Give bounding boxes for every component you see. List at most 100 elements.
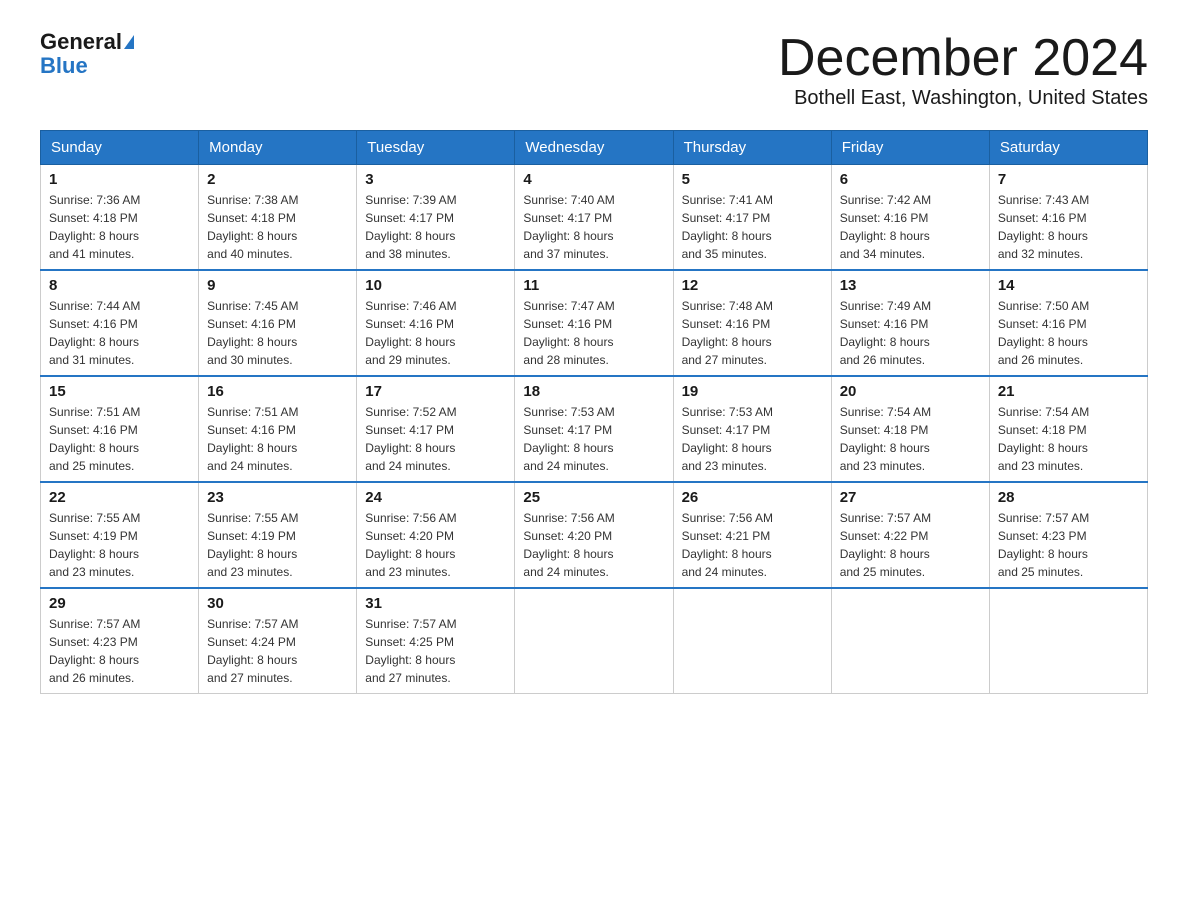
day-info: Sunrise: 7:51 AMSunset: 4:16 PMDaylight:… bbox=[49, 403, 190, 475]
location-title: Bothell East, Washington, United States bbox=[778, 87, 1148, 110]
weekday-header-tuesday: Tuesday bbox=[357, 131, 515, 165]
day-info: Sunrise: 7:40 AMSunset: 4:17 PMDaylight:… bbox=[523, 191, 664, 263]
calendar-day-cell: 28 Sunrise: 7:57 AMSunset: 4:23 PMDayligh… bbox=[989, 482, 1147, 588]
day-number: 1 bbox=[49, 171, 190, 188]
day-number: 15 bbox=[49, 383, 190, 400]
calendar-day-cell: 31 Sunrise: 7:57 AMSunset: 4:25 PMDayligh… bbox=[357, 588, 515, 694]
calendar-day-cell: 4 Sunrise: 7:40 AMSunset: 4:17 PMDaylight… bbox=[515, 165, 673, 271]
day-number: 9 bbox=[207, 277, 348, 294]
calendar-week-row: 22 Sunrise: 7:55 AMSunset: 4:19 PMDayligh… bbox=[41, 482, 1148, 588]
weekday-header-saturday: Saturday bbox=[989, 131, 1147, 165]
title-area: December 2024 Bothell East, Washington, … bbox=[778, 30, 1148, 110]
calendar-day-cell: 20Sunrise: 7:54 AMSunset: 4:18 PMDayligh… bbox=[831, 376, 989, 482]
day-info: Sunrise: 7:56 AMSunset: 4:20 PMDaylight:… bbox=[365, 509, 506, 581]
day-number: 29 bbox=[49, 595, 190, 612]
day-number: 25 bbox=[523, 489, 664, 506]
day-number: 7 bbox=[998, 171, 1139, 188]
calendar-day-cell: 6 Sunrise: 7:42 AMSunset: 4:16 PMDaylight… bbox=[831, 165, 989, 271]
calendar-day-cell: 29 Sunrise: 7:57 AMSunset: 4:23 PMDayligh… bbox=[41, 588, 199, 694]
calendar-day-cell: 10 Sunrise: 7:46 AMSunset: 4:16 PMDayligh… bbox=[357, 270, 515, 376]
calendar-day-cell: 11 Sunrise: 7:47 AMSunset: 4:16 PMDayligh… bbox=[515, 270, 673, 376]
day-number: 31 bbox=[365, 595, 506, 612]
day-number: 18 bbox=[523, 383, 664, 400]
day-number: 10 bbox=[365, 277, 506, 294]
calendar-day-cell bbox=[515, 588, 673, 694]
calendar-day-cell: 8 Sunrise: 7:44 AMSunset: 4:16 PMDaylight… bbox=[41, 270, 199, 376]
calendar-week-row: 29 Sunrise: 7:57 AMSunset: 4:23 PMDayligh… bbox=[41, 588, 1148, 694]
calendar-day-cell: 17Sunrise: 7:52 AMSunset: 4:17 PMDayligh… bbox=[357, 376, 515, 482]
day-info: Sunrise: 7:46 AMSunset: 4:16 PMDaylight:… bbox=[365, 297, 506, 369]
page-header: General Blue December 2024 Bothell East,… bbox=[40, 30, 1148, 110]
weekday-header-friday: Friday bbox=[831, 131, 989, 165]
day-info: Sunrise: 7:47 AMSunset: 4:16 PMDaylight:… bbox=[523, 297, 664, 369]
calendar-day-cell: 5 Sunrise: 7:41 AMSunset: 4:17 PMDaylight… bbox=[673, 165, 831, 271]
day-number: 19 bbox=[682, 383, 823, 400]
day-info: Sunrise: 7:57 AMSunset: 4:22 PMDaylight:… bbox=[840, 509, 981, 581]
calendar-day-cell: 15 Sunrise: 7:51 AMSunset: 4:16 PMDayligh… bbox=[41, 376, 199, 482]
day-info: Sunrise: 7:39 AMSunset: 4:17 PMDaylight:… bbox=[365, 191, 506, 263]
day-info: Sunrise: 7:57 AMSunset: 4:23 PMDaylight:… bbox=[998, 509, 1139, 581]
day-info: Sunrise: 7:55 AMSunset: 4:19 PMDaylight:… bbox=[207, 509, 348, 581]
day-info: Sunrise: 7:54 AMSunset: 4:18 PMDaylight:… bbox=[840, 403, 981, 475]
day-info: Sunrise: 7:57 AMSunset: 4:25 PMDaylight:… bbox=[365, 615, 506, 687]
calendar-day-cell: 23 Sunrise: 7:55 AMSunset: 4:19 PMDayligh… bbox=[199, 482, 357, 588]
day-number: 5 bbox=[682, 171, 823, 188]
calendar-day-cell bbox=[673, 588, 831, 694]
month-title: December 2024 bbox=[778, 30, 1148, 87]
day-number: 11 bbox=[523, 277, 664, 294]
calendar-week-row: 15 Sunrise: 7:51 AMSunset: 4:16 PMDayligh… bbox=[41, 376, 1148, 482]
calendar-day-cell: 22 Sunrise: 7:55 AMSunset: 4:19 PMDayligh… bbox=[41, 482, 199, 588]
day-info: Sunrise: 7:57 AMSunset: 4:23 PMDaylight:… bbox=[49, 615, 190, 687]
weekday-header-thursday: Thursday bbox=[673, 131, 831, 165]
logo-area: General Blue bbox=[40, 30, 134, 78]
calendar-day-cell: 7Sunrise: 7:43 AMSunset: 4:16 PMDaylight… bbox=[989, 165, 1147, 271]
day-number: 12 bbox=[682, 277, 823, 294]
day-info: Sunrise: 7:44 AMSunset: 4:16 PMDaylight:… bbox=[49, 297, 190, 369]
weekday-header-row: SundayMondayTuesdayWednesdayThursdayFrid… bbox=[41, 131, 1148, 165]
day-info: Sunrise: 7:57 AMSunset: 4:24 PMDaylight:… bbox=[207, 615, 348, 687]
day-number: 14 bbox=[998, 277, 1139, 294]
day-info: Sunrise: 7:55 AMSunset: 4:19 PMDaylight:… bbox=[49, 509, 190, 581]
day-number: 30 bbox=[207, 595, 348, 612]
logo-triangle-icon bbox=[124, 35, 134, 49]
day-number: 2 bbox=[207, 171, 348, 188]
day-info: Sunrise: 7:53 AMSunset: 4:17 PMDaylight:… bbox=[682, 403, 823, 475]
day-info: Sunrise: 7:56 AMSunset: 4:20 PMDaylight:… bbox=[523, 509, 664, 581]
calendar-day-cell: 3 Sunrise: 7:39 AMSunset: 4:17 PMDaylight… bbox=[357, 165, 515, 271]
day-number: 27 bbox=[840, 489, 981, 506]
day-info: Sunrise: 7:52 AMSunset: 4:17 PMDaylight:… bbox=[365, 403, 506, 475]
day-info: Sunrise: 7:42 AMSunset: 4:16 PMDaylight:… bbox=[840, 191, 981, 263]
calendar-day-cell: 12 Sunrise: 7:48 AMSunset: 4:16 PMDayligh… bbox=[673, 270, 831, 376]
day-number: 6 bbox=[840, 171, 981, 188]
day-info: Sunrise: 7:45 AMSunset: 4:16 PMDaylight:… bbox=[207, 297, 348, 369]
logo: General Blue bbox=[40, 30, 134, 78]
day-number: 22 bbox=[49, 489, 190, 506]
day-info: Sunrise: 7:36 AMSunset: 4:18 PMDaylight:… bbox=[49, 191, 190, 263]
calendar-table: SundayMondayTuesdayWednesdayThursdayFrid… bbox=[40, 130, 1148, 694]
day-number: 21 bbox=[998, 383, 1139, 400]
calendar-day-cell: 14 Sunrise: 7:50 AMSunset: 4:16 PMDayligh… bbox=[989, 270, 1147, 376]
day-number: 24 bbox=[365, 489, 506, 506]
calendar-day-cell: 21Sunrise: 7:54 AMSunset: 4:18 PMDayligh… bbox=[989, 376, 1147, 482]
calendar-day-cell: 9 Sunrise: 7:45 AMSunset: 4:16 PMDaylight… bbox=[199, 270, 357, 376]
day-info: Sunrise: 7:48 AMSunset: 4:16 PMDaylight:… bbox=[682, 297, 823, 369]
day-info: Sunrise: 7:41 AMSunset: 4:17 PMDaylight:… bbox=[682, 191, 823, 263]
day-number: 16 bbox=[207, 383, 348, 400]
calendar-day-cell bbox=[989, 588, 1147, 694]
day-info: Sunrise: 7:38 AMSunset: 4:18 PMDaylight:… bbox=[207, 191, 348, 263]
day-number: 4 bbox=[523, 171, 664, 188]
calendar-day-cell: 18Sunrise: 7:53 AMSunset: 4:17 PMDayligh… bbox=[515, 376, 673, 482]
calendar-day-cell: 24 Sunrise: 7:56 AMSunset: 4:20 PMDayligh… bbox=[357, 482, 515, 588]
calendar-day-cell: 27 Sunrise: 7:57 AMSunset: 4:22 PMDayligh… bbox=[831, 482, 989, 588]
weekday-header-wednesday: Wednesday bbox=[515, 131, 673, 165]
day-info: Sunrise: 7:51 AMSunset: 4:16 PMDaylight:… bbox=[207, 403, 348, 475]
day-info: Sunrise: 7:56 AMSunset: 4:21 PMDaylight:… bbox=[682, 509, 823, 581]
calendar-day-cell: 1 Sunrise: 7:36 AMSunset: 4:18 PMDaylight… bbox=[41, 165, 199, 271]
weekday-header-sunday: Sunday bbox=[41, 131, 199, 165]
day-info: Sunrise: 7:50 AMSunset: 4:16 PMDaylight:… bbox=[998, 297, 1139, 369]
day-number: 3 bbox=[365, 171, 506, 188]
calendar-week-row: 8 Sunrise: 7:44 AMSunset: 4:16 PMDaylight… bbox=[41, 270, 1148, 376]
day-number: 23 bbox=[207, 489, 348, 506]
day-number: 28 bbox=[998, 489, 1139, 506]
day-number: 8 bbox=[49, 277, 190, 294]
